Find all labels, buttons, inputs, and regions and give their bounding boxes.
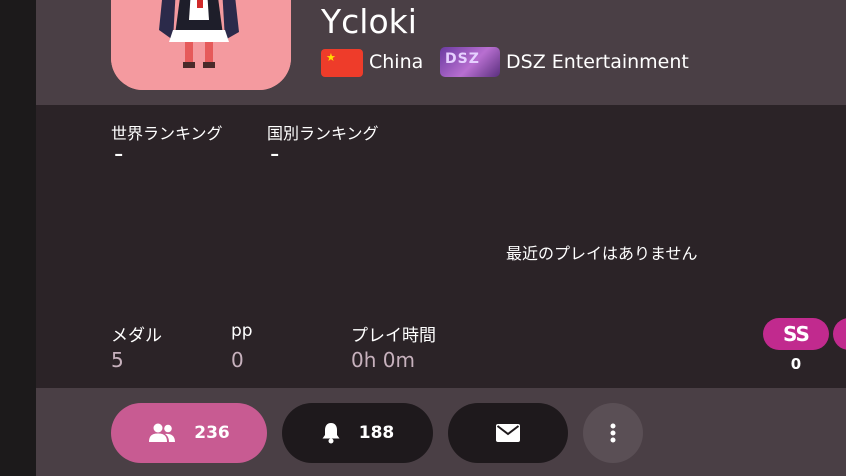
message-button[interactable] (448, 403, 568, 463)
grade-ss-badge: SS (763, 318, 829, 350)
stats-panel: 世界ランキング - 国別ランキング - 最近のプレイはありません メダル 5 p… (36, 105, 846, 388)
followers-count: 188 (358, 423, 395, 443)
global-rank-value: - (114, 139, 124, 169)
friends-count: 236 (194, 423, 230, 443)
global-rank-label: 世界ランキング (111, 124, 223, 143)
grade-next-badge (833, 318, 846, 350)
china-flag-icon[interactable]: ★ (321, 49, 363, 77)
team-flag-text: DSZ (445, 51, 480, 67)
playtime-value: 0h 0m (351, 348, 415, 372)
pp-value: 0 (231, 348, 244, 372)
friends-icon (149, 423, 176, 442)
country-rank-label: 国別ランキング (267, 124, 379, 143)
friends-button[interactable]: 236 (111, 403, 267, 463)
left-gutter (0, 0, 36, 476)
action-bar: 236 188 (36, 388, 846, 476)
avatar[interactable] (111, 0, 291, 90)
medals-value: 5 (111, 348, 124, 372)
country-rank-value: - (270, 139, 280, 169)
more-options-button[interactable] (583, 403, 643, 463)
grade-ss-label: SS (783, 322, 810, 346)
bell-icon (322, 423, 340, 444)
team-flag-icon[interactable]: DSZ (440, 47, 500, 77)
team-name[interactable]: DSZ Entertainment (506, 51, 689, 73)
mail-icon (496, 424, 520, 442)
medals-label: メダル (111, 326, 162, 346)
followers-button[interactable]: 188 (282, 403, 433, 463)
country-name[interactable]: China (369, 51, 423, 73)
pp-label: pp (231, 321, 253, 341)
recent-plays-empty: 最近のプレイはありません (506, 244, 698, 263)
playtime-label: プレイ時間 (351, 326, 436, 346)
more-vertical-icon (610, 423, 616, 443)
grade-ss-count: 0 (790, 355, 802, 373)
profile-header: Ycloki ★ China DSZ DSZ Entertainment (36, 0, 846, 105)
username: Ycloki (321, 2, 417, 41)
